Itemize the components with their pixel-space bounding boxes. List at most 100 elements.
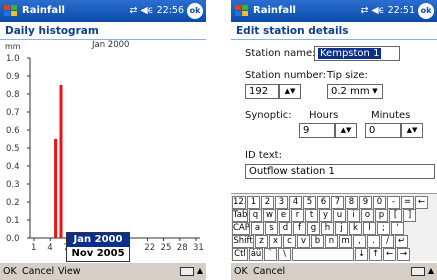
keyboard-row: 1231234567890-=← bbox=[232, 196, 429, 209]
y-tick-label: 0.8 bbox=[6, 90, 20, 100]
key[interactable]: y bbox=[319, 209, 332, 222]
popup-option-jan-2000[interactable]: Jan 2000 bbox=[67, 233, 129, 247]
key[interactable]: d bbox=[279, 222, 292, 235]
input-menu-arrow-icon[interactable]: ▲ bbox=[428, 266, 434, 275]
key[interactable]: 3 bbox=[275, 196, 288, 209]
key[interactable]: áü bbox=[249, 248, 263, 261]
key[interactable]: \ bbox=[278, 248, 291, 261]
key[interactable]: Shift bbox=[232, 235, 254, 248]
key[interactable]: ` bbox=[264, 248, 277, 261]
clock: 22:51 bbox=[387, 5, 415, 16]
minutes-input[interactable]: 0 bbox=[365, 123, 401, 138]
key[interactable]: → bbox=[397, 248, 410, 261]
key[interactable]: g bbox=[307, 222, 320, 235]
key[interactable]: = bbox=[401, 196, 414, 209]
key[interactable]: ↓ bbox=[355, 248, 368, 261]
key[interactable]: q bbox=[249, 209, 262, 222]
windows-flag-icon[interactable] bbox=[234, 3, 250, 19]
menu-cancel[interactable]: Cancel bbox=[253, 266, 285, 277]
key[interactable]: 6 bbox=[317, 196, 330, 209]
key[interactable]: u bbox=[333, 209, 346, 222]
key[interactable]: z bbox=[255, 235, 268, 248]
key[interactable]: 9 bbox=[359, 196, 372, 209]
keyboard-row: CAP a s d f g h j k l; ' bbox=[232, 222, 405, 235]
key[interactable]: i bbox=[347, 209, 360, 222]
key[interactable]: w bbox=[263, 209, 276, 222]
key[interactable]: m bbox=[339, 235, 352, 248]
keyboard-row: Tab q w e r t y u i o p[] bbox=[232, 209, 417, 222]
key[interactable]: / bbox=[381, 235, 394, 248]
menu-ok[interactable]: OK bbox=[234, 266, 248, 277]
y-tick-label: 0.0 bbox=[6, 234, 20, 244]
key[interactable]: p bbox=[375, 209, 388, 222]
key[interactable]: Tab bbox=[232, 209, 248, 222]
y-tick-label: 0.7 bbox=[6, 108, 20, 118]
popup-option-nov-2005[interactable]: Nov 2005 bbox=[67, 247, 129, 261]
minutes-label: Minutes bbox=[371, 110, 411, 121]
key[interactable]: , bbox=[353, 235, 366, 248]
key[interactable]: r bbox=[291, 209, 304, 222]
key[interactable]: ↑ bbox=[369, 248, 382, 261]
key[interactable]: 123 bbox=[232, 196, 246, 209]
key[interactable]: s bbox=[265, 222, 278, 235]
key[interactable]: ← bbox=[383, 248, 396, 261]
input-menu-arrow-icon[interactable]: ▲ bbox=[197, 266, 203, 275]
key[interactable]: j bbox=[335, 222, 348, 235]
space-key[interactable] bbox=[292, 248, 354, 261]
key[interactable]: ↵ bbox=[395, 235, 408, 248]
y-tick-label: 0.6 bbox=[6, 126, 20, 136]
key[interactable]: t bbox=[305, 209, 318, 222]
key[interactable]: [ bbox=[389, 209, 402, 222]
id-text-input[interactable]: Outflow station 1 bbox=[245, 164, 435, 179]
station-number-spinner[interactable]: ▲▼ bbox=[279, 84, 301, 99]
month-popup[interactable]: Jan 2000 Nov 2005 bbox=[66, 232, 130, 262]
key[interactable]: 7 bbox=[331, 196, 344, 209]
key[interactable]: f bbox=[293, 222, 306, 235]
menu-ok[interactable]: OK bbox=[3, 266, 17, 277]
chevron-down-icon[interactable]: ▼ bbox=[369, 85, 381, 98]
minutes-spinner[interactable]: ▲▼ bbox=[401, 123, 423, 138]
key[interactable]: e bbox=[277, 209, 290, 222]
hours-input[interactable]: 9 bbox=[299, 123, 335, 138]
station-name-value: Kempston 1 bbox=[318, 48, 382, 59]
hours-spinner[interactable]: ▲▼ bbox=[335, 123, 357, 138]
x-tick-label: 28 bbox=[177, 243, 188, 253]
key[interactable]: o bbox=[361, 209, 374, 222]
keyboard-icon[interactable] bbox=[180, 267, 194, 276]
key[interactable]: . bbox=[367, 235, 380, 248]
key[interactable]: ' bbox=[391, 222, 404, 235]
key[interactable]: n bbox=[325, 235, 338, 248]
key[interactable]: k bbox=[349, 222, 362, 235]
keyboard-icon[interactable] bbox=[411, 267, 425, 276]
station-number-label: Station number: bbox=[245, 70, 326, 81]
key[interactable]: v bbox=[297, 235, 310, 248]
key[interactable]: ← bbox=[415, 196, 428, 209]
station-name-input[interactable]: Kempston 1 bbox=[314, 46, 400, 61]
key[interactable]: a bbox=[251, 222, 264, 235]
x-tick-label: 31 bbox=[193, 243, 204, 253]
x-tick-label: 4 bbox=[47, 243, 52, 253]
key[interactable]: 2 bbox=[261, 196, 274, 209]
menu-cancel[interactable]: Cancel bbox=[22, 266, 54, 277]
key[interactable]: 8 bbox=[345, 196, 358, 209]
key[interactable]: b bbox=[311, 235, 324, 248]
key[interactable]: ; bbox=[377, 222, 390, 235]
key[interactable]: h bbox=[321, 222, 334, 235]
station-number-input[interactable]: 192 bbox=[245, 84, 279, 99]
key[interactable]: - bbox=[387, 196, 400, 209]
key[interactable]: l bbox=[363, 222, 376, 235]
menu-view[interactable]: View bbox=[58, 266, 81, 277]
ok-button[interactable]: ok bbox=[418, 3, 434, 19]
key[interactable]: 0 bbox=[373, 196, 386, 209]
key[interactable]: x bbox=[269, 235, 282, 248]
key[interactable]: 5 bbox=[303, 196, 316, 209]
key[interactable]: ] bbox=[403, 209, 416, 222]
key[interactable]: c bbox=[283, 235, 296, 248]
key[interactable]: CAP bbox=[232, 222, 250, 235]
key[interactable]: Ctl bbox=[232, 248, 248, 261]
x-tick-label: 22 bbox=[144, 243, 155, 253]
histogram-screen: Rainfall ⇄ ◀ϵ 22:56 ok Daily histogram m… bbox=[0, 0, 206, 280]
y-tick-label: 0.2 bbox=[6, 198, 20, 208]
key[interactable]: 4 bbox=[289, 196, 302, 209]
key[interactable]: 1 bbox=[247, 196, 260, 209]
